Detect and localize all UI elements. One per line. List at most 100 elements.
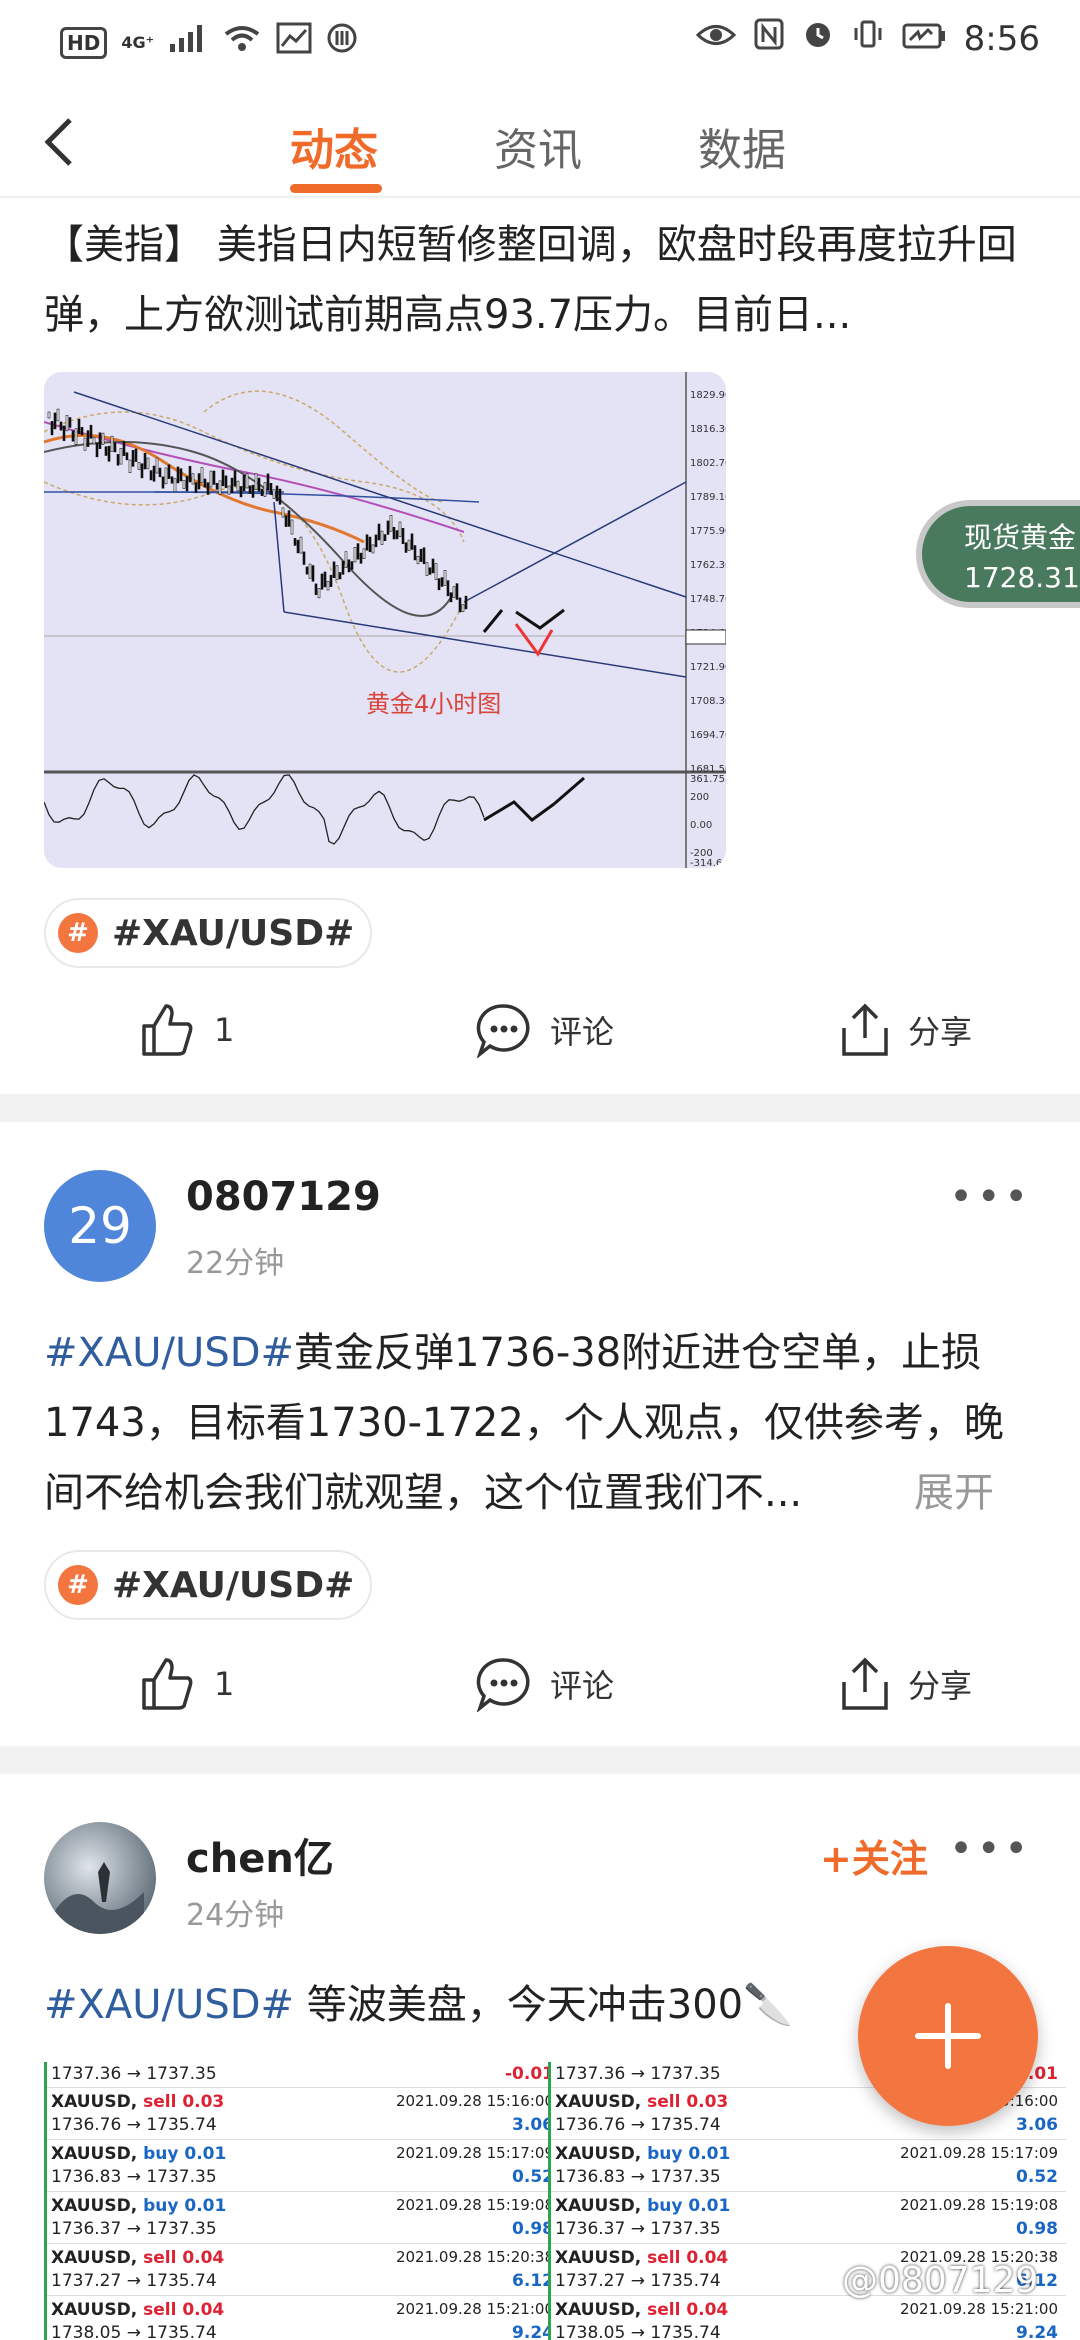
share-icon (842, 1003, 888, 1056)
knife-icon: 🔪 (743, 1982, 793, 2028)
trade-date: 2021.09.28 15:16:00 (395, 2092, 554, 2110)
post-chart-image[interactable]: 黄金4小时图 1829.90 1816.30 1802.70 1789.10 1775.… (44, 372, 726, 868)
trade-date: 2021.09.28 15:21:00 (395, 2300, 554, 2318)
expand-link[interactable]: 展开 (914, 1458, 994, 1528)
active-tab-indicator (290, 184, 382, 193)
trade-profit: 0.52 (1016, 2167, 1058, 2187)
comment-icon (476, 1004, 530, 1058)
trade-date: 2021.09.28 15:21:00 (899, 2300, 1058, 2318)
trade-side: sell 0.03 (647, 2092, 729, 2112)
price-tick: 1762.30 (690, 560, 726, 571)
share-label: 分享 (908, 1667, 973, 1705)
tab-dynamics[interactable]: 动态 (290, 114, 378, 178)
trade-row: XAUUSD, buy 0.01 2021.09.28 15:17:09 1736.… (551, 2140, 1066, 2192)
oscillator-tick: 0.00 (690, 820, 712, 831)
floating-price-label: 现货黄金 (964, 521, 1077, 554)
post-text[interactable]: #XAU/USD#黄金反弹1736-38附近进仓空单，止损1743，目标看173… (44, 1318, 1034, 1530)
floating-price-value: 1728.31 (964, 561, 1080, 594)
trade-side: buy 0.01 (647, 2196, 731, 2216)
like-button[interactable]: 1 (138, 1644, 234, 1724)
tab-news[interactable]: 资讯 (494, 114, 582, 178)
hashtag-chip[interactable]: # #XAU/USD# (44, 1550, 373, 1620)
trade-prices: 1737.27 → 1735.74 (555, 2271, 721, 2291)
trade-symbol: XAUUSD, sell 0.04 (51, 2248, 225, 2268)
trade-row: 1737.36 → 1737.35 -0.01 (47, 2062, 562, 2088)
trade-side: sell 0.04 (143, 2248, 225, 2268)
hashtag-chip-label: #XAU/USD# (112, 912, 355, 954)
top-nav: 动态 资讯 数据 (0, 80, 1080, 198)
price-tick: 1789.10 (690, 492, 726, 503)
comment-label: 评论 (550, 1013, 615, 1051)
hashtag-chip[interactable]: # #XAU/USD# (44, 898, 373, 968)
comment-button[interactable]: 评论 (476, 990, 614, 1070)
signal-icon (168, 22, 208, 63)
trade-prices: 1738.05 → 1735.74 (555, 2323, 721, 2340)
comment-button[interactable]: 评论 (476, 1644, 614, 1724)
trade-side: sell 0.04 (647, 2248, 729, 2268)
trade-prices: 1736.76 → 1735.74 (555, 2115, 721, 2135)
avatar[interactable]: 29 (44, 1170, 156, 1282)
follow-button[interactable]: +关注 (820, 1828, 928, 1883)
username[interactable]: chen亿 (186, 1826, 334, 1884)
floating-price-widget[interactable]: 现货黄金 1728.31 (916, 500, 1080, 608)
wifi-icon (222, 22, 262, 63)
share-icon (842, 1657, 888, 1710)
nfc-icon (754, 18, 784, 59)
trade-prices: 1736.83 → 1737.35 (51, 2167, 217, 2187)
thumbs-up-icon (142, 1004, 193, 1056)
trade-symbol: XAUUSD, sell 0.04 (555, 2300, 729, 2320)
trade-side: sell 0.04 (143, 2300, 225, 2320)
more-options-icon[interactable]: ••• (949, 1174, 1032, 1220)
price-tick: 1721.90 (690, 662, 726, 673)
trade-symbol: XAUUSD, sell 0.04 (555, 2248, 729, 2268)
post-separator (0, 1094, 1080, 1122)
hd-badge: HD (60, 26, 108, 59)
trade-row: XAUUSD, sell 0.04 2021.09.28 15:21:00 1738… (551, 2296, 1066, 2340)
price-tick: 1829.90 (690, 390, 726, 401)
trade-prices: 1736.76 → 1735.74 (51, 2115, 217, 2135)
trade-history-image[interactable]: 1737.36 → 1737.35 -0.01 XAUUSD, sell 0.03 2… (44, 2062, 562, 2340)
hash-icon: # (58, 1565, 98, 1605)
trade-prices: 1737.36 → 1737.35 (555, 2064, 721, 2084)
trade-prices: 1736.37 → 1737.35 (51, 2219, 217, 2239)
more-options-icon[interactable]: ••• (949, 1826, 1032, 1872)
trade-prices: 1737.27 → 1735.74 (51, 2271, 217, 2291)
share-button[interactable]: 分享 (840, 990, 972, 1070)
chart-app-icon (276, 22, 312, 63)
avatar[interactable] (44, 1822, 156, 1934)
trade-date: 2021.09.28 15:19:08 (395, 2196, 554, 2214)
trade-symbol: XAUUSD, buy 0.01 (51, 2144, 227, 2164)
back-icon[interactable] (38, 114, 78, 174)
share-button[interactable]: 分享 (840, 1644, 972, 1724)
trade-profit: 0.98 (1016, 2219, 1058, 2239)
post-actions: 1 评论 分享 (0, 990, 1080, 1070)
trade-side: sell 0.04 (647, 2300, 729, 2320)
share-label: 分享 (908, 1013, 973, 1051)
post-hashtag[interactable]: #XAU/USD# (44, 1982, 294, 2028)
status-bar: HD 4G⁺ 8:56 (0, 0, 1080, 80)
trade-side: buy 0.01 (143, 2144, 227, 2164)
vibrate-icon (852, 18, 884, 59)
clock: 8:56 (963, 18, 1040, 59)
hash-icon: # (58, 913, 98, 953)
post-text[interactable]: 【美指】 美指日内短暂修整回调，欧盘时段再度拉升回弹，上方欲测试前期高点93.7… (44, 210, 1034, 350)
trade-row: XAUUSD, sell 0.04 2021.09.28 15:21:00 1738… (47, 2296, 562, 2340)
app-notification-icon (326, 22, 358, 63)
create-post-button[interactable] (858, 1946, 1038, 2126)
post-separator (0, 1746, 1080, 1774)
username[interactable]: 0807129 (186, 1174, 381, 1220)
watermark: @0807129 (842, 2260, 1039, 2301)
tab-data[interactable]: 数据 (698, 114, 786, 178)
trade-date: 2021.09.28 15:17:09 (899, 2144, 1058, 2162)
trade-symbol: XAUUSD, sell 0.04 (51, 2300, 225, 2320)
trade-row: XAUUSD, buy 0.01 2021.09.28 15:17:09 1736.… (47, 2140, 562, 2192)
trade-symbol: XAUUSD, buy 0.01 (555, 2196, 731, 2216)
like-button[interactable]: 1 (138, 990, 234, 1070)
trade-symbol: XAUUSD, sell 0.03 (555, 2092, 729, 2112)
comment-icon (476, 1658, 530, 1712)
post-actions: 1 评论 分享 (0, 1644, 1080, 1724)
trade-symbol: XAUUSD, sell 0.03 (51, 2092, 225, 2112)
post-hashtag[interactable]: #XAU/USD# (44, 1330, 294, 1376)
trade-row: XAUUSD, sell 0.04 2021.09.28 15:20:38 1737… (47, 2244, 562, 2296)
trade-symbol: XAUUSD, buy 0.01 (51, 2196, 227, 2216)
